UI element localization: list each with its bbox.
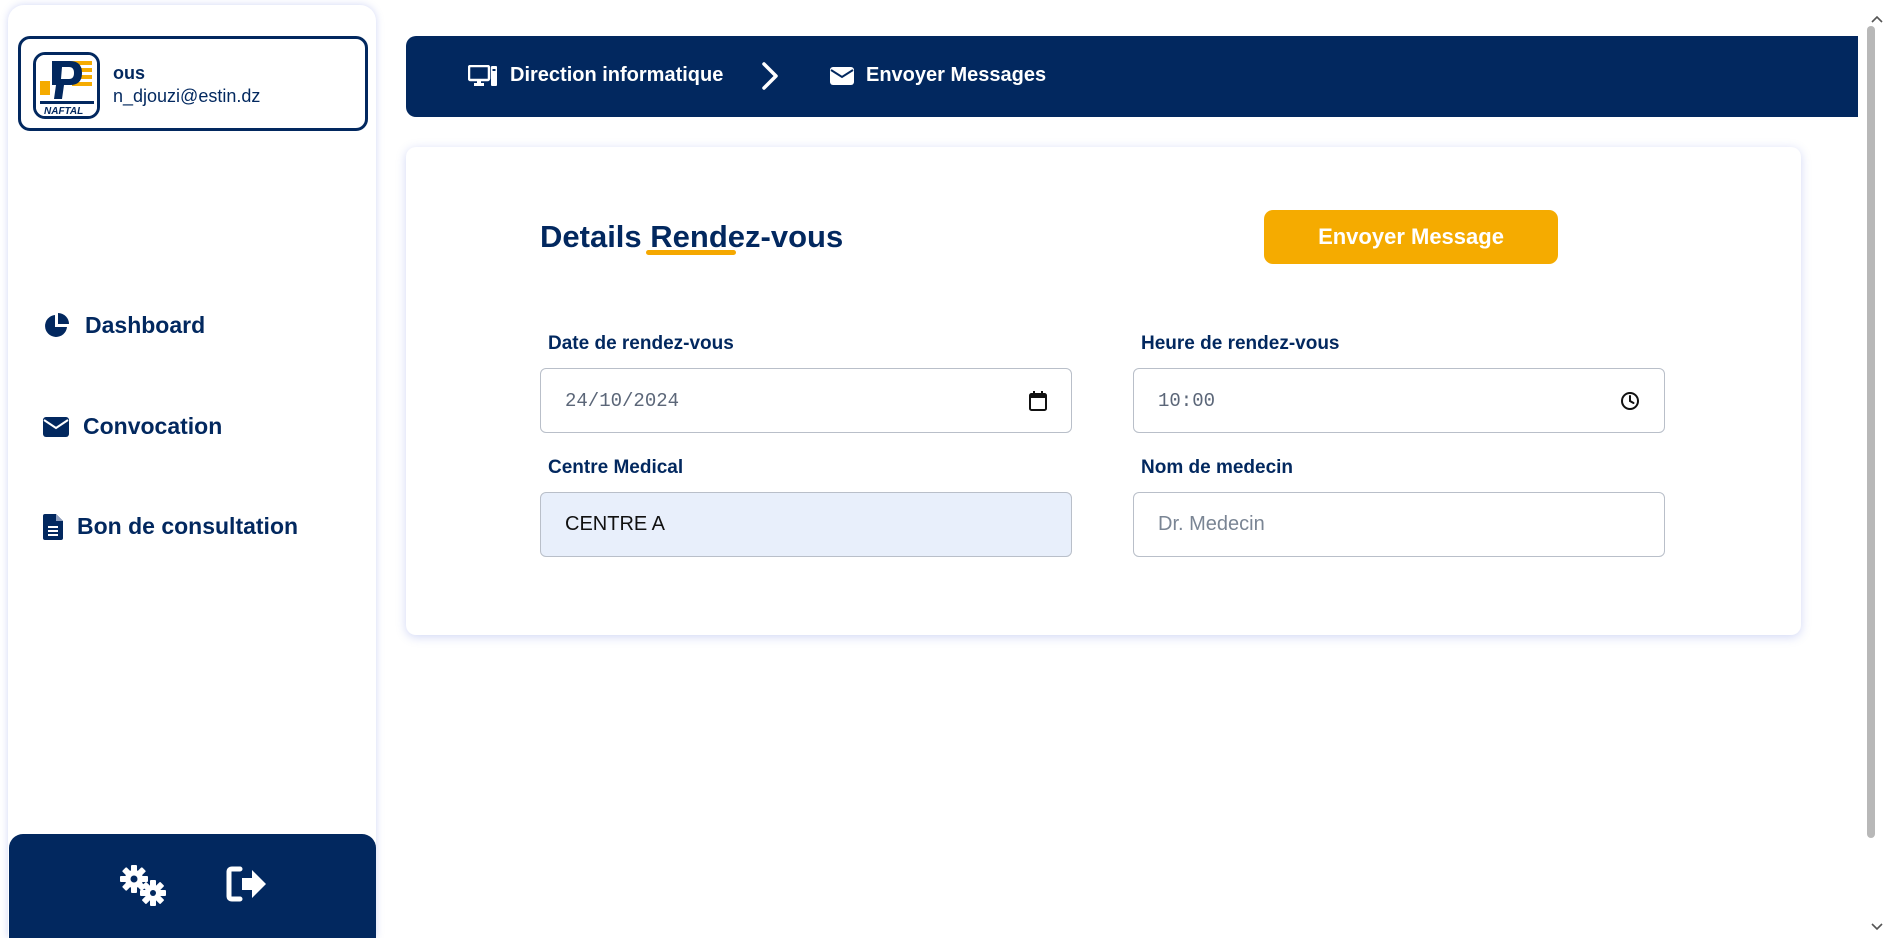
centre-input[interactable]: CENTRE A — [540, 492, 1072, 557]
calendar-icon[interactable] — [1029, 391, 1047, 417]
breadcrumb-item-direction[interactable]: Direction informatique — [468, 64, 723, 87]
date-input[interactable]: 24/10/2024 — [540, 368, 1072, 433]
scrollbar-thumb[interactable] — [1867, 26, 1875, 838]
logo-text: NAFTAL — [44, 106, 83, 116]
chevron-right-icon — [761, 62, 779, 95]
breadcrumb-item-envoyer-messages[interactable]: Envoyer Messages — [830, 64, 1046, 87]
centre-value: CENTRE A — [565, 513, 666, 535]
pie-chart-icon — [45, 313, 69, 337]
nom-medecin-input[interactable]: Dr. Medecin — [1133, 492, 1665, 557]
nom-label: Nom de medecin — [1141, 457, 1294, 478]
send-message-button[interactable]: Envoyer Message — [1264, 210, 1558, 264]
rendez-vous-card: Details Rendez-vous Envoyer Message Date… — [406, 147, 1801, 635]
profile-email: n_djouzi@estin.dz — [113, 86, 261, 106]
breadcrumb-label: Envoyer Messages — [866, 64, 1047, 86]
profile-card: NAFTAL ous n_djouzi@estin.dz — [18, 36, 368, 131]
breadcrumb: Direction informatique Envoyer Messages — [406, 36, 1858, 117]
sidebar-item-label: Convocation — [83, 413, 223, 439]
profile-name: ous — [113, 63, 146, 83]
naftal-logo: NAFTAL — [33, 52, 100, 119]
sidebar-footer — [9, 834, 376, 938]
heure-input[interactable]: 10:00 — [1133, 368, 1665, 433]
scroll-up-icon[interactable] — [1871, 10, 1883, 28]
sidebar-item-bon-de-consultation[interactable]: Bon de consultation — [43, 513, 298, 540]
scroll-down-icon[interactable] — [1871, 918, 1883, 936]
gears-icon[interactable] — [119, 865, 169, 912]
title-highlight: Rendez-vous — [650, 219, 844, 254]
title-underline — [646, 250, 736, 255]
heure-label: Heure de rendez-vous — [1141, 333, 1340, 354]
envelope-icon — [830, 66, 854, 85]
heure-value: 10:00 — [1158, 389, 1216, 412]
document-icon — [43, 513, 63, 540]
title-prefix: Details — [540, 219, 651, 254]
breadcrumb-label: Direction informatique — [510, 64, 724, 86]
date-value: 24/10/2024 — [565, 389, 680, 412]
sidebar-item-convocation[interactable]: Convocation — [43, 413, 222, 440]
sidebar-item-label: Dashboard — [85, 311, 206, 338]
desktop-icon — [468, 64, 497, 86]
sidebar-item-dashboard[interactable]: Dashboard — [43, 311, 205, 339]
sidebar-item-label: Bon de consultation — [77, 513, 299, 539]
clock-icon[interactable] — [1620, 391, 1640, 417]
sidebar: NAFTAL ous n_djouzi@estin.dz Dashboard C… — [8, 5, 376, 938]
centre-label: Centre Medical — [548, 457, 684, 478]
sign-out-icon[interactable] — [226, 866, 268, 907]
nom-placeholder: Dr. Medecin — [1158, 513, 1265, 535]
envelope-icon — [43, 416, 69, 437]
date-label: Date de rendez-vous — [548, 333, 734, 354]
